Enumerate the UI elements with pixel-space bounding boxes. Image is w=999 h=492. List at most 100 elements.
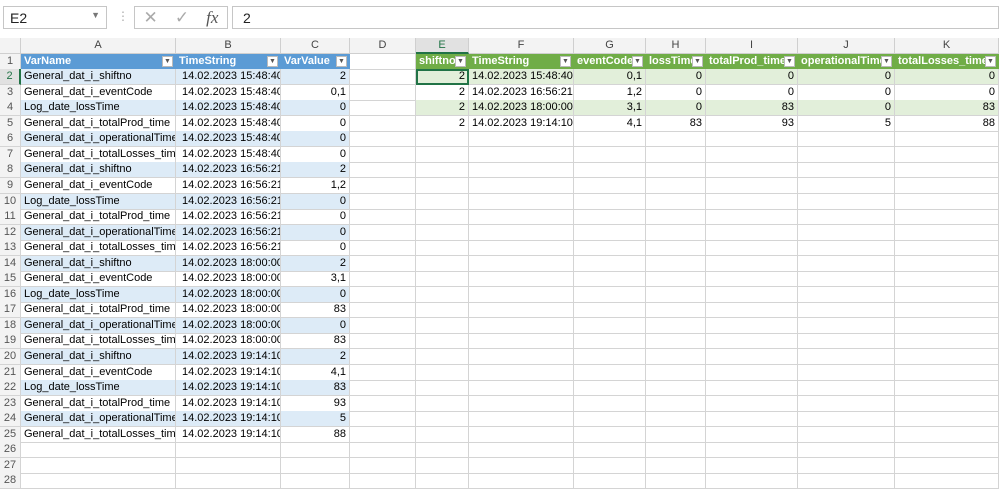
cell[interactable] [350, 115, 416, 132]
table-cell[interactable]: General_dat_i_totalProd_time [21, 209, 176, 226]
table-cell[interactable] [706, 255, 798, 272]
table-cell[interactable]: 2 [281, 255, 350, 272]
row-header[interactable]: 16 [0, 286, 21, 303]
table-cell[interactable]: Log_date_lossTime [21, 286, 176, 303]
table-cell[interactable] [895, 395, 999, 412]
cell[interactable] [350, 53, 416, 70]
table-cell[interactable]: General_dat_i_shiftno [21, 255, 176, 272]
table-cell[interactable] [646, 349, 706, 365]
row-header[interactable]: 10 [0, 193, 21, 210]
row-header[interactable]: 4 [0, 100, 21, 117]
table-cell[interactable] [281, 457, 350, 474]
table-cell[interactable] [798, 457, 895, 474]
table-cell[interactable] [574, 457, 646, 474]
table-cell[interactable] [895, 131, 999, 148]
filter-dropdown-icon[interactable]: ▼ [632, 55, 643, 67]
cell[interactable] [350, 349, 416, 365]
table-cell[interactable]: 14.02.2023 15:48:40 [176, 100, 281, 117]
table-header-cell[interactable]: VarName ▼ [21, 53, 176, 70]
table-cell[interactable] [646, 457, 706, 474]
table-header-cell[interactable]: operationalTime ▼ [798, 53, 895, 70]
table-cell[interactable] [895, 271, 999, 288]
table-cell[interactable] [798, 209, 895, 226]
table-cell[interactable] [798, 162, 895, 179]
table-cell[interactable] [706, 271, 798, 288]
column-header-k[interactable]: K [895, 38, 999, 54]
table-cell[interactable] [469, 411, 574, 428]
row-header[interactable]: 7 [0, 146, 21, 163]
row-header[interactable]: 19 [0, 333, 21, 350]
table-cell[interactable] [798, 271, 895, 288]
table-cell[interactable] [469, 317, 574, 334]
table-cell[interactable] [176, 442, 281, 459]
filter-dropdown-icon[interactable]: ▼ [162, 55, 173, 67]
table-cell[interactable]: 14.02.2023 16:56:21 [176, 193, 281, 210]
table-cell[interactable] [416, 395, 469, 412]
table-cell[interactable] [469, 146, 574, 163]
table-cell[interactable]: 5 [281, 411, 350, 428]
row-header[interactable]: 5 [0, 115, 21, 132]
table-cell[interactable] [469, 457, 574, 474]
filter-dropdown-icon[interactable]: ▼ [784, 55, 795, 67]
table-cell[interactable]: General_dat_i_totalLosses_time [21, 240, 176, 257]
column-header-d[interactable]: D [350, 38, 416, 54]
table-cell[interactable] [646, 395, 706, 412]
table-cell[interactable]: 0 [706, 69, 798, 86]
select-all-corner[interactable] [0, 38, 21, 54]
table-cell[interactable] [574, 442, 646, 459]
table-cell[interactable] [706, 193, 798, 210]
name-box[interactable]: E2 ▼ [3, 6, 107, 29]
table-cell[interactable] [469, 224, 574, 241]
cell[interactable] [350, 426, 416, 443]
row-header[interactable]: 14 [0, 255, 21, 272]
table-cell[interactable] [574, 317, 646, 334]
table-cell[interactable]: 0 [798, 84, 895, 101]
row-header[interactable]: 21 [0, 364, 21, 381]
table-cell[interactable] [574, 286, 646, 303]
table-cell[interactable] [574, 177, 646, 194]
column-header-g[interactable]: G [574, 38, 646, 54]
table-cell[interactable]: 14.02.2023 16:56:21 [176, 209, 281, 226]
table-cell[interactable]: Log_date_lossTime [21, 100, 176, 117]
table-cell[interactable] [646, 411, 706, 428]
table-cell[interactable] [469, 209, 574, 226]
cell[interactable] [350, 364, 416, 381]
table-cell[interactable] [416, 240, 469, 257]
table-cell[interactable] [574, 333, 646, 350]
table-cell[interactable] [281, 442, 350, 459]
table-cell[interactable]: 93 [281, 395, 350, 412]
table-cell[interactable]: General_dat_i_totalProd_time [21, 302, 176, 319]
table-cell[interactable]: 2 [281, 349, 350, 365]
table-cell[interactable]: 5 [798, 115, 895, 132]
table-cell[interactable] [21, 473, 176, 490]
table-cell[interactable] [706, 395, 798, 412]
row-header[interactable]: 24 [0, 411, 21, 428]
table-cell[interactable] [706, 162, 798, 179]
table-cell[interactable] [706, 333, 798, 350]
table-cell[interactable] [469, 395, 574, 412]
table-cell[interactable] [895, 333, 999, 350]
table-cell[interactable] [646, 302, 706, 319]
table-cell[interactable]: General_dat_i_shiftno [21, 349, 176, 365]
table-cell[interactable] [469, 442, 574, 459]
table-cell[interactable] [646, 255, 706, 272]
table-cell[interactable] [646, 286, 706, 303]
cell[interactable] [350, 100, 416, 117]
table-cell[interactable]: 2 [281, 69, 350, 86]
table-cell[interactable]: 83 [706, 100, 798, 117]
table-cell[interactable] [416, 255, 469, 272]
chevron-down-icon[interactable]: ▼ [91, 10, 100, 20]
table-cell[interactable] [706, 286, 798, 303]
table-cell[interactable] [469, 426, 574, 443]
table-cell[interactable] [21, 442, 176, 459]
table-cell[interactable] [798, 442, 895, 459]
table-cell[interactable] [706, 457, 798, 474]
table-cell[interactable]: 14.02.2023 15:48:40 [176, 69, 281, 86]
column-header-h[interactable]: H [646, 38, 706, 54]
table-cell[interactable] [895, 411, 999, 428]
table-cell[interactable]: 2 [416, 69, 469, 86]
table-cell[interactable]: 83 [281, 333, 350, 350]
table-cell[interactable]: 14.02.2023 15:48:40 [176, 146, 281, 163]
table-cell[interactable]: Log_date_lossTime [21, 380, 176, 397]
row-header[interactable]: 25 [0, 426, 21, 443]
